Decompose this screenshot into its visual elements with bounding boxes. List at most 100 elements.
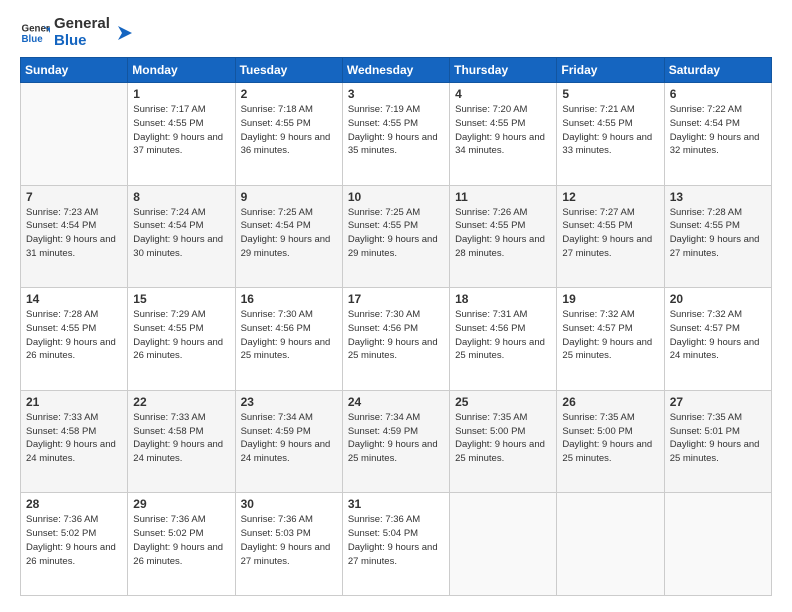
day-number: 5 — [562, 87, 658, 101]
day-number: 1 — [133, 87, 229, 101]
day-info: Sunrise: 7:26 AM Sunset: 4:55 PM Dayligh… — [455, 206, 551, 261]
calendar-cell: 20 Sunrise: 7:32 AM Sunset: 4:57 PM Dayl… — [664, 288, 771, 391]
calendar-cell: 23 Sunrise: 7:34 AM Sunset: 4:59 PM Dayl… — [235, 390, 342, 493]
day-number: 19 — [562, 292, 658, 306]
day-number: 6 — [670, 87, 766, 101]
weekday-header-wednesday: Wednesday — [342, 58, 449, 83]
day-info: Sunrise: 7:24 AM Sunset: 4:54 PM Dayligh… — [133, 206, 229, 261]
day-number: 31 — [348, 497, 444, 511]
day-info: Sunrise: 7:25 AM Sunset: 4:55 PM Dayligh… — [348, 206, 444, 261]
day-info: Sunrise: 7:30 AM Sunset: 4:56 PM Dayligh… — [241, 308, 337, 363]
day-info: Sunrise: 7:17 AM Sunset: 4:55 PM Dayligh… — [133, 103, 229, 158]
day-info: Sunrise: 7:33 AM Sunset: 4:58 PM Dayligh… — [133, 411, 229, 466]
day-number: 20 — [670, 292, 766, 306]
day-info: Sunrise: 7:29 AM Sunset: 4:55 PM Dayligh… — [133, 308, 229, 363]
logo-general-text: General — [54, 16, 110, 33]
calendar-cell: 25 Sunrise: 7:35 AM Sunset: 5:00 PM Dayl… — [450, 390, 557, 493]
day-info: Sunrise: 7:34 AM Sunset: 4:59 PM Dayligh… — [348, 411, 444, 466]
header-area: General Blue General Blue — [20, 16, 772, 49]
day-number: 25 — [455, 395, 551, 409]
day-number: 24 — [348, 395, 444, 409]
day-number: 16 — [241, 292, 337, 306]
calendar-cell — [557, 493, 664, 596]
week-row-2: 7 Sunrise: 7:23 AM Sunset: 4:54 PM Dayli… — [21, 185, 772, 288]
day-info: Sunrise: 7:21 AM Sunset: 4:55 PM Dayligh… — [562, 103, 658, 158]
day-number: 11 — [455, 190, 551, 204]
day-number: 12 — [562, 190, 658, 204]
calendar-cell: 22 Sunrise: 7:33 AM Sunset: 4:58 PM Dayl… — [128, 390, 235, 493]
day-number: 14 — [26, 292, 122, 306]
day-number: 26 — [562, 395, 658, 409]
day-number: 10 — [348, 190, 444, 204]
calendar-cell: 10 Sunrise: 7:25 AM Sunset: 4:55 PM Dayl… — [342, 185, 449, 288]
calendar-cell: 6 Sunrise: 7:22 AM Sunset: 4:54 PM Dayli… — [664, 83, 771, 186]
calendar-cell: 30 Sunrise: 7:36 AM Sunset: 5:03 PM Dayl… — [235, 493, 342, 596]
weekday-header-thursday: Thursday — [450, 58, 557, 83]
calendar-cell: 27 Sunrise: 7:35 AM Sunset: 5:01 PM Dayl… — [664, 390, 771, 493]
day-number: 9 — [241, 190, 337, 204]
page: General Blue General Blue SundayMondayTu… — [0, 0, 792, 612]
calendar-cell: 14 Sunrise: 7:28 AM Sunset: 4:55 PM Dayl… — [21, 288, 128, 391]
day-number: 3 — [348, 87, 444, 101]
calendar-cell — [664, 493, 771, 596]
week-row-5: 28 Sunrise: 7:36 AM Sunset: 5:02 PM Dayl… — [21, 493, 772, 596]
calendar-cell — [21, 83, 128, 186]
day-info: Sunrise: 7:28 AM Sunset: 4:55 PM Dayligh… — [26, 308, 122, 363]
calendar-cell: 9 Sunrise: 7:25 AM Sunset: 4:54 PM Dayli… — [235, 185, 342, 288]
calendar-cell: 15 Sunrise: 7:29 AM Sunset: 4:55 PM Dayl… — [128, 288, 235, 391]
day-info: Sunrise: 7:23 AM Sunset: 4:54 PM Dayligh… — [26, 206, 122, 261]
calendar-cell: 29 Sunrise: 7:36 AM Sunset: 5:02 PM Dayl… — [128, 493, 235, 596]
logo-icon: General Blue — [20, 18, 50, 48]
calendar-cell: 28 Sunrise: 7:36 AM Sunset: 5:02 PM Dayl… — [21, 493, 128, 596]
calendar-cell — [450, 493, 557, 596]
day-info: Sunrise: 7:35 AM Sunset: 5:01 PM Dayligh… — [670, 411, 766, 466]
calendar-cell: 24 Sunrise: 7:34 AM Sunset: 4:59 PM Dayl… — [342, 390, 449, 493]
day-info: Sunrise: 7:18 AM Sunset: 4:55 PM Dayligh… — [241, 103, 337, 158]
day-info: Sunrise: 7:33 AM Sunset: 4:58 PM Dayligh… — [26, 411, 122, 466]
svg-text:Blue: Blue — [22, 34, 44, 45]
calendar-cell: 1 Sunrise: 7:17 AM Sunset: 4:55 PM Dayli… — [128, 83, 235, 186]
day-info: Sunrise: 7:32 AM Sunset: 4:57 PM Dayligh… — [670, 308, 766, 363]
day-info: Sunrise: 7:30 AM Sunset: 4:56 PM Dayligh… — [348, 308, 444, 363]
day-info: Sunrise: 7:35 AM Sunset: 5:00 PM Dayligh… — [455, 411, 551, 466]
day-number: 4 — [455, 87, 551, 101]
day-number: 2 — [241, 87, 337, 101]
day-number: 29 — [133, 497, 229, 511]
calendar-cell: 8 Sunrise: 7:24 AM Sunset: 4:54 PM Dayli… — [128, 185, 235, 288]
day-info: Sunrise: 7:32 AM Sunset: 4:57 PM Dayligh… — [562, 308, 658, 363]
calendar-cell: 16 Sunrise: 7:30 AM Sunset: 4:56 PM Dayl… — [235, 288, 342, 391]
weekday-header-monday: Monday — [128, 58, 235, 83]
day-number: 7 — [26, 190, 122, 204]
calendar-cell: 12 Sunrise: 7:27 AM Sunset: 4:55 PM Dayl… — [557, 185, 664, 288]
day-number: 23 — [241, 395, 337, 409]
day-info: Sunrise: 7:22 AM Sunset: 4:54 PM Dayligh… — [670, 103, 766, 158]
week-row-4: 21 Sunrise: 7:33 AM Sunset: 4:58 PM Dayl… — [21, 390, 772, 493]
day-info: Sunrise: 7:35 AM Sunset: 5:00 PM Dayligh… — [562, 411, 658, 466]
calendar-cell: 26 Sunrise: 7:35 AM Sunset: 5:00 PM Dayl… — [557, 390, 664, 493]
day-info: Sunrise: 7:28 AM Sunset: 4:55 PM Dayligh… — [670, 206, 766, 261]
calendar-cell: 3 Sunrise: 7:19 AM Sunset: 4:55 PM Dayli… — [342, 83, 449, 186]
calendar-cell: 31 Sunrise: 7:36 AM Sunset: 5:04 PM Dayl… — [342, 493, 449, 596]
weekday-header-saturday: Saturday — [664, 58, 771, 83]
calendar-cell: 21 Sunrise: 7:33 AM Sunset: 4:58 PM Dayl… — [21, 390, 128, 493]
day-number: 18 — [455, 292, 551, 306]
day-info: Sunrise: 7:36 AM Sunset: 5:04 PM Dayligh… — [348, 513, 444, 568]
weekday-header-friday: Friday — [557, 58, 664, 83]
weekday-header-sunday: Sunday — [21, 58, 128, 83]
day-number: 28 — [26, 497, 122, 511]
day-info: Sunrise: 7:25 AM Sunset: 4:54 PM Dayligh… — [241, 206, 337, 261]
logo: General Blue General Blue — [20, 16, 136, 49]
day-info: Sunrise: 7:31 AM Sunset: 4:56 PM Dayligh… — [455, 308, 551, 363]
calendar-cell: 19 Sunrise: 7:32 AM Sunset: 4:57 PM Dayl… — [557, 288, 664, 391]
day-info: Sunrise: 7:36 AM Sunset: 5:02 PM Dayligh… — [133, 513, 229, 568]
logo-blue-text: Blue — [54, 33, 110, 50]
day-number: 17 — [348, 292, 444, 306]
day-info: Sunrise: 7:36 AM Sunset: 5:02 PM Dayligh… — [26, 513, 122, 568]
day-info: Sunrise: 7:19 AM Sunset: 4:55 PM Dayligh… — [348, 103, 444, 158]
day-info: Sunrise: 7:34 AM Sunset: 4:59 PM Dayligh… — [241, 411, 337, 466]
calendar-cell: 7 Sunrise: 7:23 AM Sunset: 4:54 PM Dayli… — [21, 185, 128, 288]
day-number: 30 — [241, 497, 337, 511]
day-number: 15 — [133, 292, 229, 306]
calendar-cell: 18 Sunrise: 7:31 AM Sunset: 4:56 PM Dayl… — [450, 288, 557, 391]
calendar: SundayMondayTuesdayWednesdayThursdayFrid… — [20, 57, 772, 596]
